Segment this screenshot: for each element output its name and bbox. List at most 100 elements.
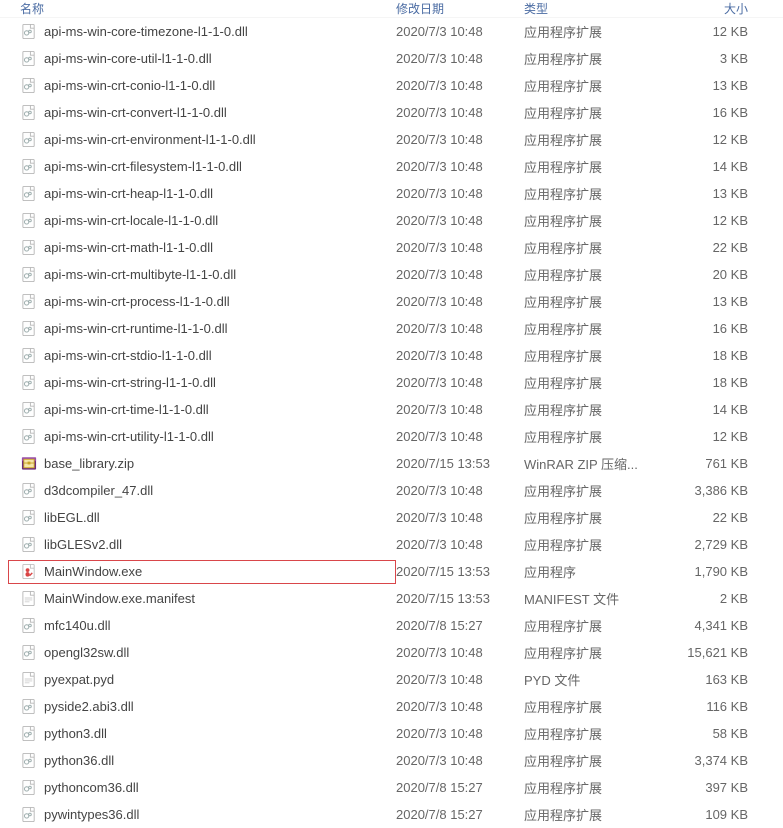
dll-icon <box>20 725 38 743</box>
column-header-date[interactable]: 修改日期 <box>396 0 524 17</box>
file-size: 58 KB <box>664 726 754 741</box>
file-row[interactable]: api-ms-win-crt-heap-l1-1-0.dll2020/7/3 1… <box>0 180 783 207</box>
file-row[interactable]: api-ms-win-crt-multibyte-l1-1-0.dll2020/… <box>0 261 783 288</box>
file-name-cell[interactable]: api-ms-win-crt-process-l1-1-0.dll <box>8 293 396 311</box>
file-name: api-ms-win-crt-stdio-l1-1-0.dll <box>44 348 212 363</box>
column-header-name[interactable]: 名称 <box>8 0 396 17</box>
file-name-cell[interactable]: pyside2.abi3.dll <box>8 698 396 716</box>
file-row[interactable]: api-ms-win-crt-math-l1-1-0.dll2020/7/3 1… <box>0 234 783 261</box>
file-row[interactable]: opengl32sw.dll2020/7/3 10:48应用程序扩展15,621… <box>0 639 783 666</box>
file-row[interactable]: mfc140u.dll2020/7/8 15:27应用程序扩展4,341 KB <box>0 612 783 639</box>
file-row[interactable]: d3dcompiler_47.dll2020/7/3 10:48应用程序扩展3,… <box>0 477 783 504</box>
file-size: 13 KB <box>664 186 754 201</box>
file-row[interactable]: api-ms-win-crt-time-l1-1-0.dll2020/7/3 1… <box>0 396 783 423</box>
file-row[interactable]: pyexpat.pyd2020/7/3 10:48PYD 文件163 KB <box>0 666 783 693</box>
file-row[interactable]: pythoncom36.dll2020/7/8 15:27应用程序扩展397 K… <box>0 774 783 801</box>
file-name-cell[interactable]: MainWindow.exe <box>8 560 396 584</box>
file-date: 2020/7/3 10:48 <box>396 186 524 201</box>
file-icon <box>20 590 38 608</box>
column-header-size[interactable]: 大小 <box>664 0 754 17</box>
dll-icon <box>20 482 38 500</box>
file-type: 应用程序扩展 <box>524 346 664 365</box>
file-type: 应用程序扩展 <box>524 805 664 824</box>
file-name-cell[interactable]: python3.dll <box>8 725 396 743</box>
file-name-cell[interactable]: api-ms-win-crt-multibyte-l1-1-0.dll <box>8 266 396 284</box>
file-size: 12 KB <box>664 132 754 147</box>
file-name-cell[interactable]: api-ms-win-crt-utility-l1-1-0.dll <box>8 428 396 446</box>
file-size: 18 KB <box>664 375 754 390</box>
file-row[interactable]: python3.dll2020/7/3 10:48应用程序扩展58 KB <box>0 720 783 747</box>
file-name-cell[interactable]: api-ms-win-crt-heap-l1-1-0.dll <box>8 185 396 203</box>
file-name-cell[interactable]: api-ms-win-crt-locale-l1-1-0.dll <box>8 212 396 230</box>
file-date: 2020/7/3 10:48 <box>396 213 524 228</box>
dll-icon <box>20 266 38 284</box>
dll-icon <box>20 401 38 419</box>
file-row[interactable]: api-ms-win-crt-environment-l1-1-0.dll202… <box>0 126 783 153</box>
column-header-type[interactable]: 类型 <box>524 0 664 17</box>
file-row[interactable]: python36.dll2020/7/3 10:48应用程序扩展3,374 KB <box>0 747 783 774</box>
file-row[interactable]: pyside2.abi3.dll2020/7/3 10:48应用程序扩展116 … <box>0 693 783 720</box>
file-row[interactable]: libGLESv2.dll2020/7/3 10:48应用程序扩展2,729 K… <box>0 531 783 558</box>
file-row[interactable]: api-ms-win-crt-runtime-l1-1-0.dll2020/7/… <box>0 315 783 342</box>
file-name-cell[interactable]: api-ms-win-crt-filesystem-l1-1-0.dll <box>8 158 396 176</box>
file-name-cell[interactable]: pywintypes36.dll <box>8 806 396 824</box>
file-row[interactable]: api-ms-win-crt-utility-l1-1-0.dll2020/7/… <box>0 423 783 450</box>
file-name-cell[interactable]: api-ms-win-crt-conio-l1-1-0.dll <box>8 77 396 95</box>
file-name: MainWindow.exe.manifest <box>44 591 195 606</box>
file-type: 应用程序扩展 <box>524 373 664 392</box>
file-size: 20 KB <box>664 267 754 282</box>
file-row[interactable]: api-ms-win-crt-stdio-l1-1-0.dll2020/7/3 … <box>0 342 783 369</box>
file-name-cell[interactable]: pythoncom36.dll <box>8 779 396 797</box>
file-name-cell[interactable]: libGLESv2.dll <box>8 536 396 554</box>
dll-icon <box>20 185 38 203</box>
file-name-cell[interactable]: MainWindow.exe.manifest <box>8 590 396 608</box>
file-row[interactable]: api-ms-win-core-util-l1-1-0.dll2020/7/3 … <box>0 45 783 72</box>
file-name: api-ms-win-crt-runtime-l1-1-0.dll <box>44 321 227 336</box>
file-size: 14 KB <box>664 159 754 174</box>
file-name: api-ms-win-crt-string-l1-1-0.dll <box>44 375 216 390</box>
file-name: api-ms-win-crt-time-l1-1-0.dll <box>44 402 209 417</box>
file-name-cell[interactable]: api-ms-win-crt-environment-l1-1-0.dll <box>8 131 396 149</box>
file-row[interactable]: libEGL.dll2020/7/3 10:48应用程序扩展22 KB <box>0 504 783 531</box>
file-name-cell[interactable]: opengl32sw.dll <box>8 644 396 662</box>
file-date: 2020/7/8 15:27 <box>396 618 524 633</box>
file-row[interactable]: api-ms-win-crt-string-l1-1-0.dll2020/7/3… <box>0 369 783 396</box>
file-name-cell[interactable]: api-ms-win-core-timezone-l1-1-0.dll <box>8 23 396 41</box>
file-name: api-ms-win-crt-locale-l1-1-0.dll <box>44 213 218 228</box>
file-name-cell[interactable]: api-ms-win-crt-runtime-l1-1-0.dll <box>8 320 396 338</box>
file-name-cell[interactable]: mfc140u.dll <box>8 617 396 635</box>
file-row[interactable]: api-ms-win-crt-process-l1-1-0.dll2020/7/… <box>0 288 783 315</box>
file-row[interactable]: pywintypes36.dll2020/7/8 15:27应用程序扩展109 … <box>0 801 783 828</box>
file-size: 12 KB <box>664 429 754 444</box>
file-row[interactable]: api-ms-win-crt-locale-l1-1-0.dll 2020/7/3… <box>0 207 783 234</box>
file-name-cell[interactable]: api-ms-win-crt-time-l1-1-0.dll <box>8 401 396 419</box>
file-name: api-ms-win-crt-convert-l1-1-0.dll <box>44 105 227 120</box>
file-name-cell[interactable]: python36.dll <box>8 752 396 770</box>
file-type: 应用程序扩展 <box>524 49 664 68</box>
file-type: 应用程序扩展 <box>524 292 664 311</box>
file-row[interactable]: MainWindow.exe.manifest2020/7/15 13:53MA… <box>0 585 783 612</box>
file-name-cell[interactable]: libEGL.dll <box>8 509 396 527</box>
file-row[interactable]: base_library.zip2020/7/15 13:53WinRAR ZI… <box>0 450 783 477</box>
dll-icon <box>20 293 38 311</box>
file-name-cell[interactable]: api-ms-win-crt-string-l1-1-0.dll <box>8 374 396 392</box>
file-size: 13 KB <box>664 294 754 309</box>
file-name-cell[interactable]: api-ms-win-core-util-l1-1-0.dll <box>8 50 396 68</box>
file-row[interactable]: api-ms-win-core-timezone-l1-1-0.dll2020/… <box>0 18 783 45</box>
file-date: 2020/7/3 10:48 <box>396 726 524 741</box>
file-date: 2020/7/3 10:48 <box>396 294 524 309</box>
file-name-cell[interactable]: api-ms-win-crt-math-l1-1-0.dll <box>8 239 396 257</box>
file-row[interactable]: api-ms-win-crt-filesystem-l1-1-0.dll2020… <box>0 153 783 180</box>
file-row[interactable]: api-ms-win-crt-conio-l1-1-0.dll2020/7/3 … <box>0 72 783 99</box>
file-name-cell[interactable]: d3dcompiler_47.dll <box>8 482 396 500</box>
file-name-cell[interactable]: api-ms-win-crt-stdio-l1-1-0.dll <box>8 347 396 365</box>
file-name-cell[interactable]: api-ms-win-crt-convert-l1-1-0.dll <box>8 104 396 122</box>
file-row[interactable]: MainWindow.exe2020/7/15 13:53应用程序1,790 K… <box>0 558 783 585</box>
file-row[interactable]: api-ms-win-crt-convert-l1-1-0.dll2020/7/… <box>0 99 783 126</box>
file-name-cell[interactable]: base_library.zip <box>8 455 396 473</box>
file-date: 2020/7/3 10:48 <box>396 753 524 768</box>
file-type: 应用程序扩展 <box>524 508 664 527</box>
file-date: 2020/7/3 10:48 <box>396 510 524 525</box>
dll-icon <box>20 77 38 95</box>
file-name-cell[interactable]: pyexpat.pyd <box>8 671 396 689</box>
